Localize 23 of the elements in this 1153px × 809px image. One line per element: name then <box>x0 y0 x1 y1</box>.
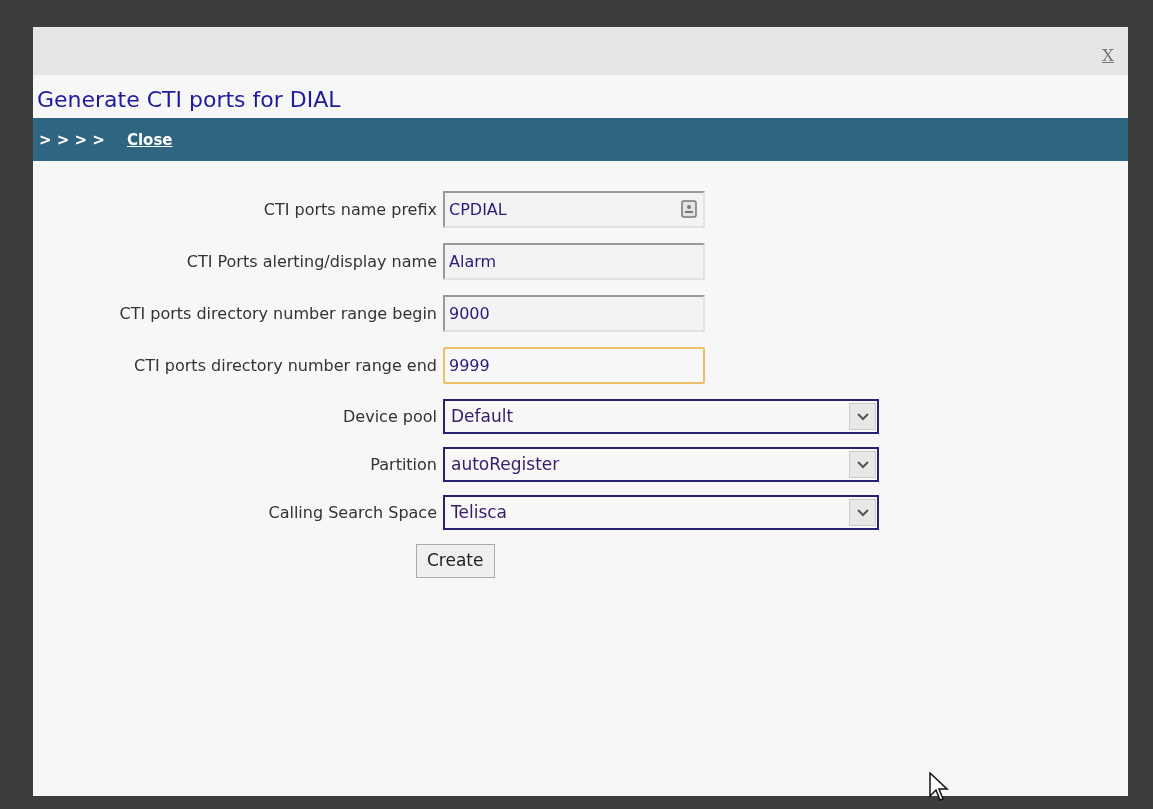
caret-icon <box>856 412 869 421</box>
dropdown[interactable]: Default <box>443 399 879 435</box>
breadcrumb-arrows: > > > > <box>39 129 105 151</box>
caret-icon <box>856 508 869 517</box>
dialog-title: Generate CTI ports for DIAL <box>36 86 342 114</box>
field-label: CTI ports name prefix <box>262 198 437 221</box>
text-field[interactable]: 9999 <box>443 347 705 385</box>
text-field[interactable]: 9000 <box>443 295 705 333</box>
text-field[interactable]: CPDIAL <box>443 191 705 229</box>
text-field[interactable]: Alarm <box>443 243 705 281</box>
field-label: Calling Search Space <box>267 501 437 524</box>
dropdown[interactable]: autoRegister <box>443 447 879 483</box>
field-label: Device pool <box>342 405 437 428</box>
field-label: CTI ports directory number range begin <box>118 302 437 325</box>
close-link[interactable]: Close <box>126 128 173 152</box>
create-button[interactable]: Create <box>416 544 495 578</box>
caret-icon <box>856 460 869 469</box>
field-label: CTI Ports alerting/display name <box>185 250 437 273</box>
field-label: Partition <box>369 453 437 476</box>
field-label: CTI ports directory number range end <box>133 354 437 377</box>
close-link[interactable]: X <box>1101 43 1114 69</box>
dropdown[interactable]: Telisca <box>443 495 879 531</box>
contact-card-icon[interactable] <box>681 200 697 219</box>
